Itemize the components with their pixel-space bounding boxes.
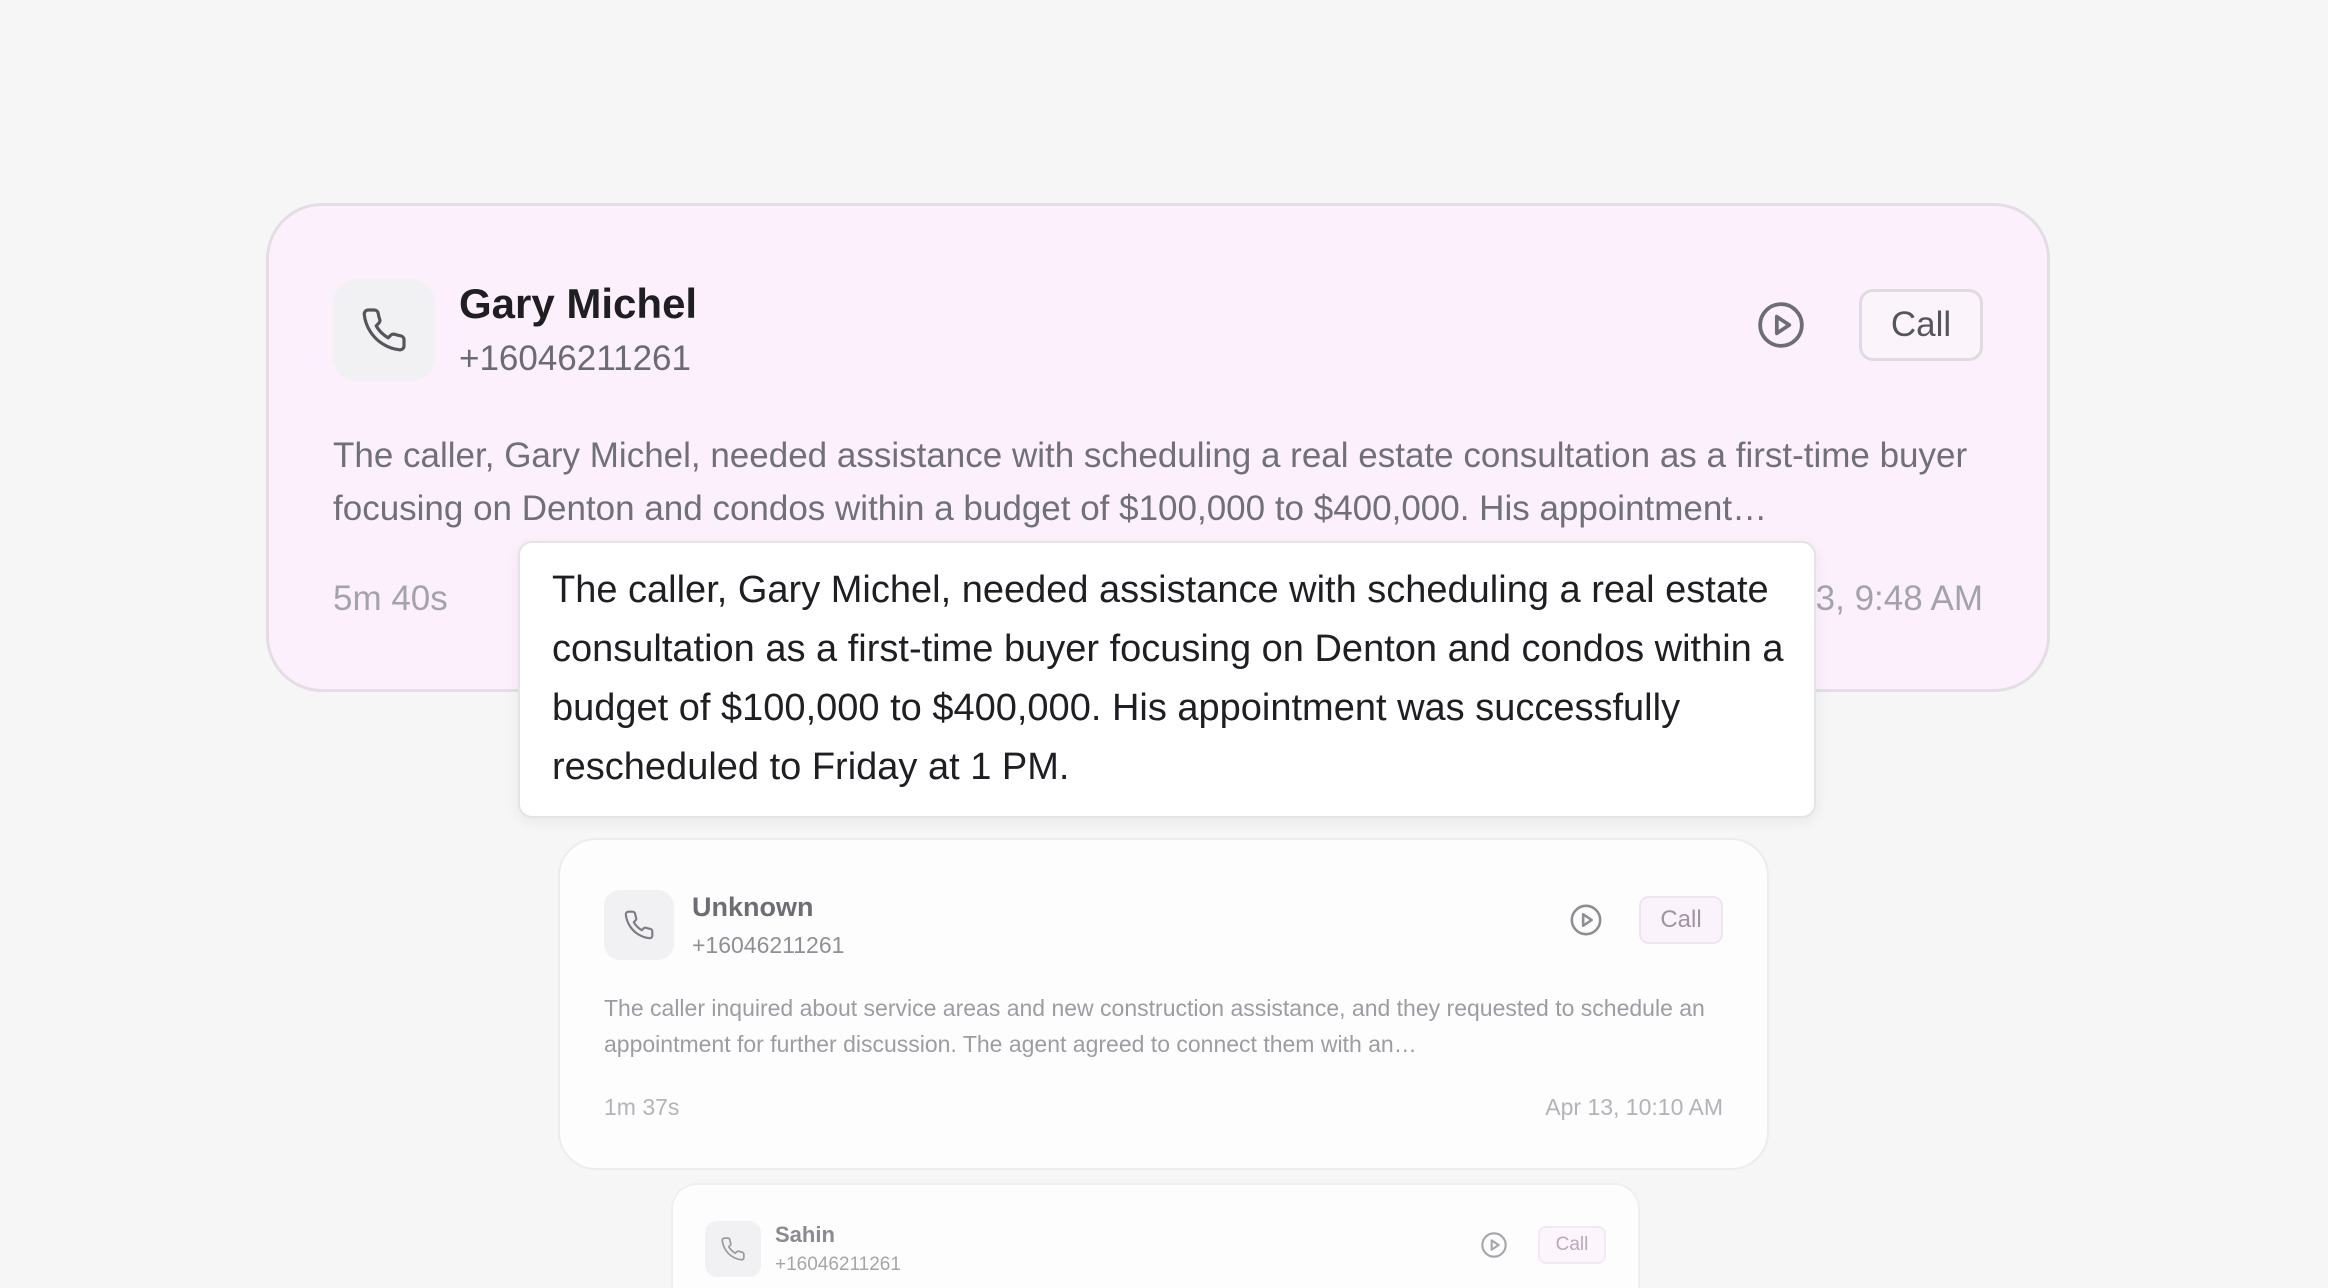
- call-card[interactable]: Sahin +16046211261 Call: [671, 1183, 1640, 1288]
- call-card[interactable]: Unknown +16046211261 Call The caller inq…: [558, 838, 1769, 1170]
- call-timestamp: 3, 9:48 AM: [1815, 579, 1983, 618]
- play-recording-button[interactable]: [1569, 903, 1603, 937]
- call-button[interactable]: Call: [1859, 289, 1983, 361]
- caller-identity: Gary Michel +16046211261: [459, 279, 697, 381]
- call-summary: The caller inquired about service areas …: [604, 995, 1705, 1057]
- caller-identity: Sahin +16046211261: [775, 1221, 901, 1277]
- caller-name: Unknown: [692, 892, 814, 922]
- phone-icon: [604, 890, 674, 960]
- call-duration: 5m 40s: [333, 579, 448, 618]
- phone-icon: [705, 1221, 761, 1277]
- play-recording-button[interactable]: [1480, 1231, 1508, 1259]
- play-circle-icon: [1758, 302, 1804, 348]
- caller-name: Sahin: [775, 1222, 835, 1247]
- card-actions: Call: [1569, 896, 1723, 944]
- play-circle-icon: [1481, 1232, 1507, 1258]
- caller-phone-number: +16046211261: [459, 339, 691, 378]
- play-recording-button[interactable]: [1756, 300, 1806, 350]
- tooltip-text: The caller, Gary Michel, needed assistan…: [552, 569, 1784, 788]
- phone-icon: [333, 279, 435, 381]
- play-circle-icon: [1570, 904, 1602, 936]
- summary-tooltip: The caller, Gary Michel, needed assistan…: [518, 541, 1816, 818]
- caller-identity: Unknown +16046211261: [692, 890, 844, 960]
- card-actions: Call: [1756, 289, 1983, 361]
- call-button[interactable]: Call: [1538, 1226, 1606, 1264]
- caller-header: Sahin +16046211261: [705, 1221, 901, 1277]
- call-log-stage: Gary Michel +16046211261 Call The caller…: [0, 0, 2328, 1288]
- caller-header: Unknown +16046211261: [604, 890, 844, 960]
- caller-phone-number: +16046211261: [692, 932, 845, 958]
- card-actions: Call: [1480, 1226, 1606, 1264]
- call-button[interactable]: Call: [1639, 896, 1723, 944]
- call-summary: The caller, Gary Michel, needed assistan…: [333, 436, 1968, 528]
- call-timestamp: Apr 13, 10:10 AM: [1545, 1094, 1723, 1120]
- caller-name: Gary Michel: [459, 280, 698, 327]
- caller-phone-number: +16046211261: [775, 1254, 901, 1275]
- call-duration: 1m 37s: [604, 1094, 680, 1120]
- caller-header: Gary Michel +16046211261: [333, 279, 697, 381]
